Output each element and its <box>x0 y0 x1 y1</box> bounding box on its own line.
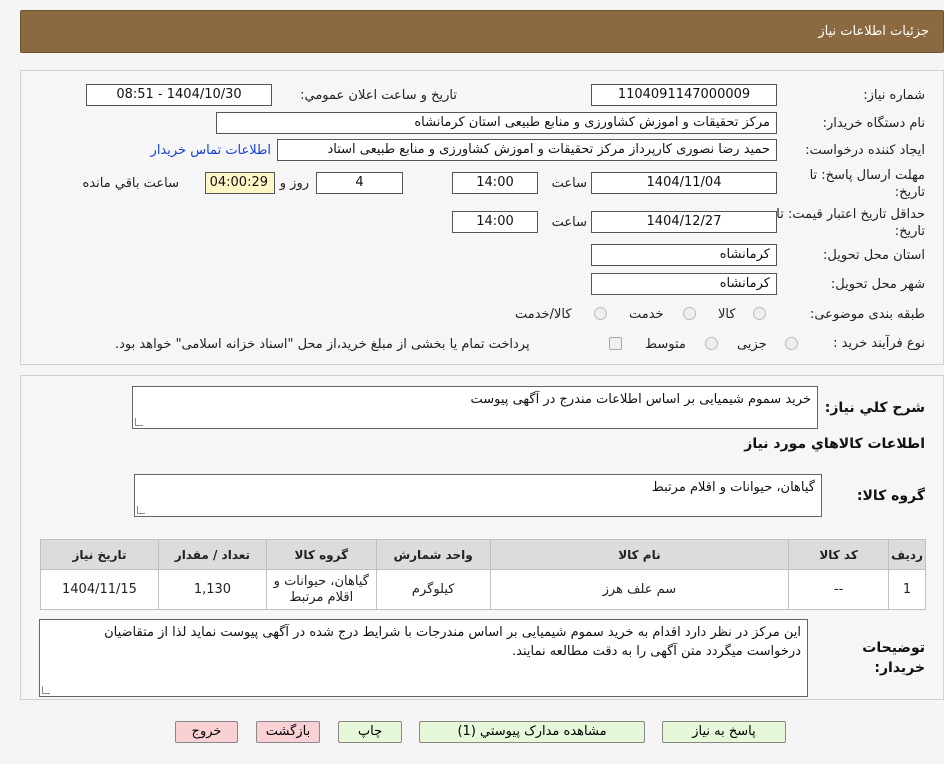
page-title: جزئیات اطلاعات نیاز <box>818 24 929 39</box>
need-details-panel: شماره نیاز: 1104091147000009 تاریخ و ساع… <box>20 70 944 365</box>
view-attachments-button[interactable]: مشاهده مدارک پيوستي (1) <box>419 721 645 743</box>
category-goods-service-radio[interactable] <box>594 307 607 320</box>
process-partial-label: جزیی <box>737 337 767 352</box>
requester-label: ايجاد کننده درخواست: <box>805 143 925 158</box>
general-desc-text: خرید سموم شیمیایی بر اساس اطلاعات مندرج … <box>470 392 811 407</box>
price-validity-label: حداقل تاريخ اعتبار قيمت: تا تاريخ: <box>776 207 925 239</box>
col-header-goods-group: گروه کالا <box>265 539 377 570</box>
buyer-org-label: نام دستگاه خريدار: <box>822 116 925 131</box>
buyer-org-field: مرکز تحقیقات و اموزش کشاورزی و منابع طبی… <box>216 112 777 134</box>
delivery-city-field: كرمانشاه <box>591 273 777 295</box>
treasury-payment-checkbox[interactable] <box>609 337 622 350</box>
delivery-province-label: استان محل تحويل: <box>823 248 925 263</box>
cell-goods-group: گیاهان، حیوانات و اقلام مرتبط <box>265 569 377 610</box>
treasury-payment-note: پرداخت تمام یا بخشی از مبلغ خرید،از محل … <box>115 337 530 352</box>
buyer-contact-link[interactable]: اطلاعات تماس خريدار <box>151 143 271 158</box>
col-header-goods-code: کد کالا <box>788 539 890 570</box>
goods-table: رديف کد کالا نام کالا واحد شمارش گروه کا… <box>40 539 926 610</box>
cell-need-date: 1404/11/15 <box>40 569 159 610</box>
back-button[interactable]: بازگشت <box>256 721 320 743</box>
price-validity-time-label: ساعت <box>551 215 587 230</box>
general-desc-label: شرح کلي نياز: <box>824 400 925 416</box>
cell-goods-name: سم علف هرز <box>489 569 790 610</box>
col-header-row-number: رديف <box>888 539 926 570</box>
buyer-notes-text: این مرکز در نظر دارد اقدام به خرید سموم … <box>104 625 801 659</box>
days-label: روز و <box>279 176 309 191</box>
process-medium-label: متوسط <box>645 337 686 352</box>
resize-grip-icon[interactable] <box>135 418 143 426</box>
time-remaining-field: 04:00:29 <box>205 172 275 194</box>
goods-group-textarea[interactable]: گیاهان، حیوانات و اقلام مرتبط <box>134 474 822 517</box>
deadline-time-label: ساعت <box>551 176 587 191</box>
reply-to-need-button[interactable]: پاسخ به نياز <box>662 721 786 743</box>
goods-table-header-row: رديف کد کالا نام کالا واحد شمارش گروه کا… <box>40 539 926 570</box>
process-medium-radio[interactable] <box>705 337 718 350</box>
price-validity-date-field: 1404/12/27 <box>591 211 777 233</box>
col-header-unit: واحد شمارش <box>375 539 491 570</box>
need-number-field: 1104091147000009 <box>591 84 777 106</box>
goods-group-text: گیاهان، حیوانات و اقلام مرتبط <box>651 480 815 495</box>
category-service-radio[interactable] <box>683 307 696 320</box>
cell-goods-code: -- <box>788 569 890 610</box>
cell-quantity: 1,130 <box>157 569 267 610</box>
requester-field: حمید رضا نصوری کارپرداز مرکز تحقیقات و ا… <box>277 139 777 161</box>
resize-grip-icon[interactable] <box>137 506 145 514</box>
general-desc-textarea[interactable]: خرید سموم شیمیایی بر اساس اطلاعات مندرج … <box>132 386 818 429</box>
deadline-date-field: 1404/11/04 <box>591 172 777 194</box>
time-remaining-label: ساعت باقي مانده <box>82 176 179 191</box>
announce-datetime-field: 1404/10/30 - 08:51 <box>86 84 272 106</box>
delivery-province-field: كرمانشاه <box>591 244 777 266</box>
table-row: 1 -- سم علف هرز کیلوگرم گیاهان، حیوانات … <box>40 569 926 610</box>
need-number-label: شماره نیاز: <box>863 88 925 103</box>
deadline-time-field: 14:00 <box>452 172 538 194</box>
days-remaining-field: 4 <box>316 172 403 194</box>
delivery-city-label: شهر محل تحويل: <box>830 277 925 292</box>
print-button[interactable]: چاپ <box>338 721 402 743</box>
buyer-notes-textarea[interactable]: این مرکز در نظر دارد اقدام به خرید سموم … <box>39 619 808 697</box>
buyer-notes-label: توضيحات خريدار: <box>862 640 925 676</box>
category-goods-service-label: کالا/خدمت <box>515 307 572 322</box>
cell-unit: کیلوگرم <box>375 569 491 610</box>
category-service-label: خدمت <box>629 307 664 322</box>
announce-datetime-label: تاریخ و ساعت اعلان عمومي: <box>300 88 457 103</box>
goods-group-label: گروه کالا: <box>856 488 925 504</box>
resize-grip-icon[interactable] <box>42 686 50 694</box>
process-partial-radio[interactable] <box>785 337 798 350</box>
summary-panel: شرح کلي نياز: خرید سموم شیمیایی بر اساس … <box>20 375 944 700</box>
cell-row-number: 1 <box>888 569 926 610</box>
price-validity-time-field: 14:00 <box>452 211 538 233</box>
col-header-quantity: تعداد / مقدار <box>157 539 267 570</box>
process-type-label: نوع فرآیند خرید : <box>833 336 925 351</box>
category-goods-label: کالا <box>718 307 736 322</box>
col-header-goods-name: نام کالا <box>489 539 790 570</box>
col-header-need-date: تاريخ نياز <box>40 539 159 570</box>
goods-info-title: اطلاعات کالاهاي مورد نياز <box>744 436 925 452</box>
category-label: طبقه بندی موضوعی: <box>809 307 925 322</box>
category-goods-radio[interactable] <box>753 307 766 320</box>
exit-button[interactable]: خروج <box>175 721 238 743</box>
page-header: جزئیات اطلاعات نیاز <box>20 10 944 53</box>
deadline-label: مهلت ارسال پاسخ: تا تاریخ: <box>809 168 925 200</box>
